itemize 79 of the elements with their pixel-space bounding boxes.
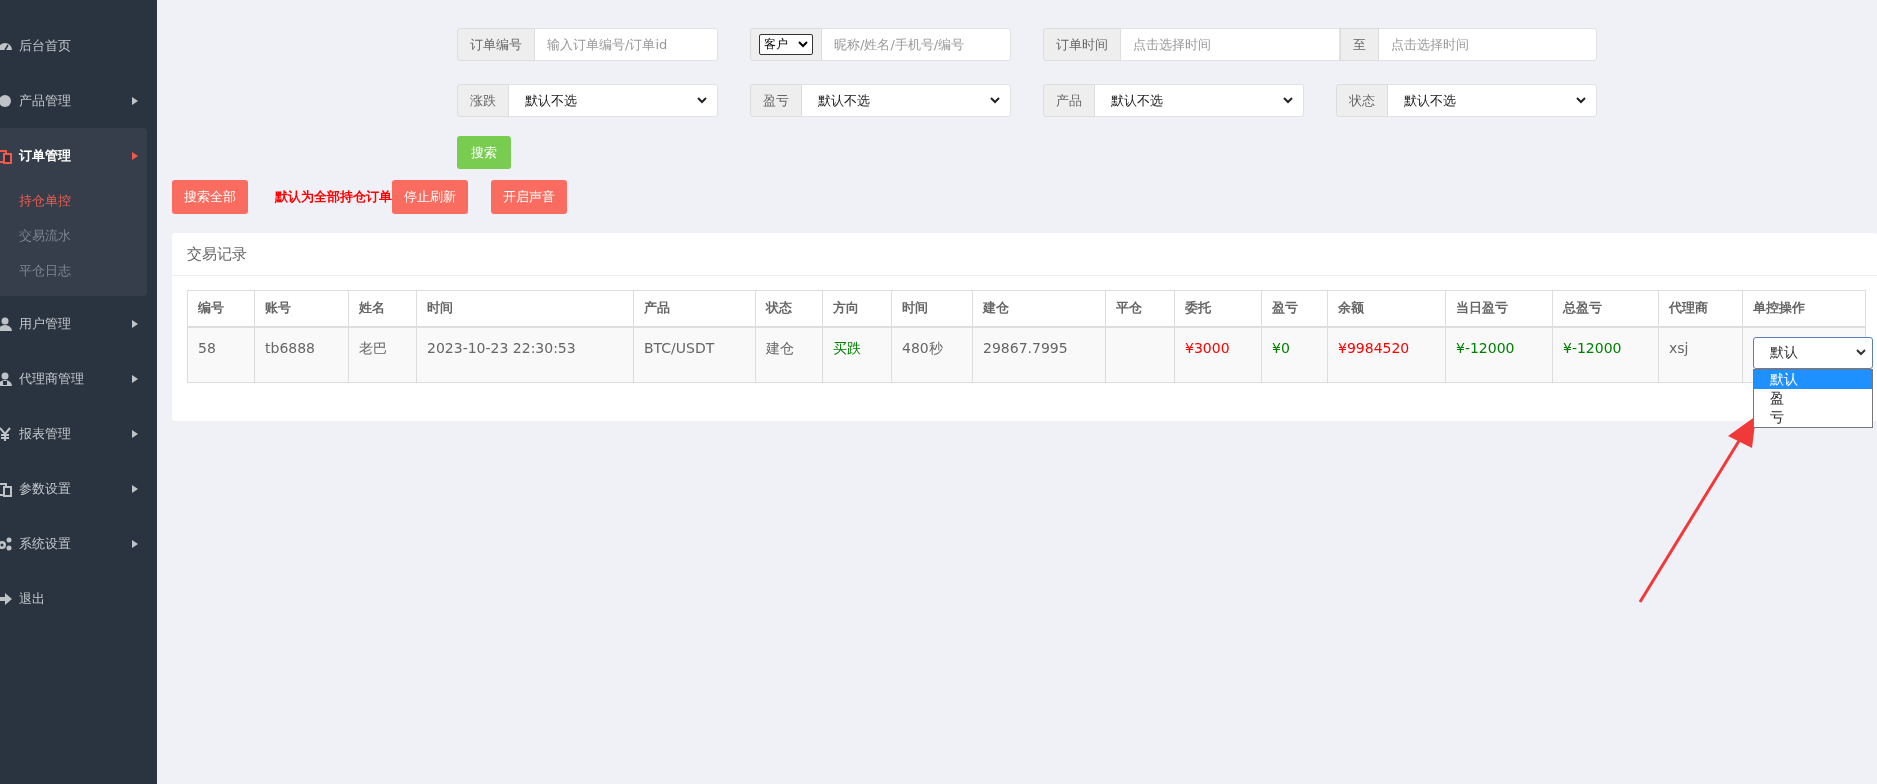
table-cell: tb6888: [265, 339, 315, 356]
table-cell: ¥9984520: [1338, 339, 1410, 356]
sidebar-item[interactable]: 后台首页: [0, 18, 147, 73]
column-header: 代理商: [1658, 290, 1743, 327]
dropdown-option[interactable]: 亏: [1754, 407, 1872, 427]
table-cell: BTC/USDT: [644, 339, 715, 356]
panel-title: 交易记录: [187, 244, 247, 264]
sidebar-item[interactable]: 产品管理: [0, 73, 147, 128]
field-label: 至: [1339, 28, 1379, 61]
chevron-icon: [1283, 97, 1293, 104]
table-cell: ¥-12000: [1563, 339, 1622, 356]
select-field[interactable]: 客户: [759, 34, 813, 55]
yen-icon: [0, 425, 13, 442]
table-cell: ¥3000: [1185, 339, 1230, 356]
column-header: 状态: [755, 290, 823, 327]
column-header: 时间: [416, 290, 634, 327]
column-header: 委托: [1174, 290, 1262, 327]
field-label: 产品: [1043, 84, 1095, 117]
table-cell: ¥0: [1272, 339, 1290, 356]
date-field[interactable]: 点击选择时间: [1378, 28, 1597, 61]
chevron-icon: [1856, 349, 1866, 356]
table-cell: ¥-12000: [1456, 339, 1515, 356]
chevron-icon: [1576, 97, 1586, 104]
column-header: 当日盈亏: [1445, 290, 1553, 327]
select-field[interactable]: 默认不选: [802, 84, 1011, 117]
field-label: 订单编号: [457, 28, 535, 61]
sidebar-item[interactable]: 系统设置: [0, 516, 147, 571]
column-header: 余额: [1327, 290, 1446, 327]
sidebar-item[interactable]: 参数设置: [0, 461, 147, 516]
column-header: 总盈亏: [1552, 290, 1659, 327]
caret-icon: [131, 150, 139, 161]
table-cell: 2023-10-23 22:30:53: [427, 339, 576, 356]
column-header: 产品: [633, 290, 756, 327]
field-label: 涨跌: [457, 84, 509, 117]
column-header: 时间: [891, 290, 973, 327]
input-field[interactable]: 昵称/姓名/手机号/编号: [822, 28, 1011, 61]
caret-icon: [131, 428, 139, 439]
table-cell: 买跌: [833, 339, 861, 356]
caret-icon: [131, 373, 139, 384]
user-icon: [0, 315, 13, 332]
table-cell: 29867.7995: [983, 339, 1068, 356]
sidebar-item[interactable]: 订单管理: [0, 128, 147, 183]
table-cell: 480秒: [902, 339, 943, 356]
table-cell: xsj: [1669, 339, 1689, 356]
column-header: 账号: [254, 290, 349, 327]
table-cell: 老巴: [359, 339, 387, 356]
sidebar-item[interactable]: 退出: [0, 571, 147, 626]
date-field[interactable]: 点击选择时间: [1121, 28, 1340, 61]
select-field[interactable]: 默认不选: [1388, 84, 1597, 117]
field-label: 订单时间: [1043, 28, 1121, 61]
sign-out-icon: [0, 590, 13, 607]
coin-icon: [0, 92, 13, 109]
chevron-icon: [990, 97, 1000, 104]
hint-text: 默认为全部持仓订单: [275, 188, 392, 206]
caret-icon: [131, 318, 139, 329]
table-cell: 58: [198, 339, 216, 356]
table-cell: 建仓: [766, 339, 794, 356]
caret-icon: [131, 538, 139, 549]
column-header: 建仓: [972, 290, 1106, 327]
column-header: 编号: [187, 290, 255, 327]
sidebar-item[interactable]: 代理商管理: [0, 351, 147, 406]
chevron-icon: [798, 41, 808, 48]
column-header: 平仓: [1105, 290, 1175, 327]
field-label: 状态: [1336, 84, 1388, 117]
select-field[interactable]: 默认不选: [1095, 84, 1304, 117]
column-header: 姓名: [348, 290, 417, 327]
input-field[interactable]: 输入订单编号/订单id: [535, 28, 718, 61]
dropdown-option[interactable]: 盈: [1754, 388, 1872, 408]
field-label: 盈亏: [750, 84, 802, 117]
select-field[interactable]: 默认不选: [509, 84, 718, 117]
column-header: 方向: [822, 290, 892, 327]
caret-icon: [131, 483, 139, 494]
sidebar-item[interactable]: 用户管理: [0, 296, 147, 351]
dropdown[interactable]: 默认: [1753, 336, 1873, 369]
column-header: 单控操作: [1742, 290, 1866, 327]
caret-icon: [131, 95, 139, 106]
chevron-icon: [697, 97, 707, 104]
sidebar-item[interactable]: 报表管理: [0, 406, 147, 461]
column-header: 盈亏: [1261, 290, 1328, 327]
